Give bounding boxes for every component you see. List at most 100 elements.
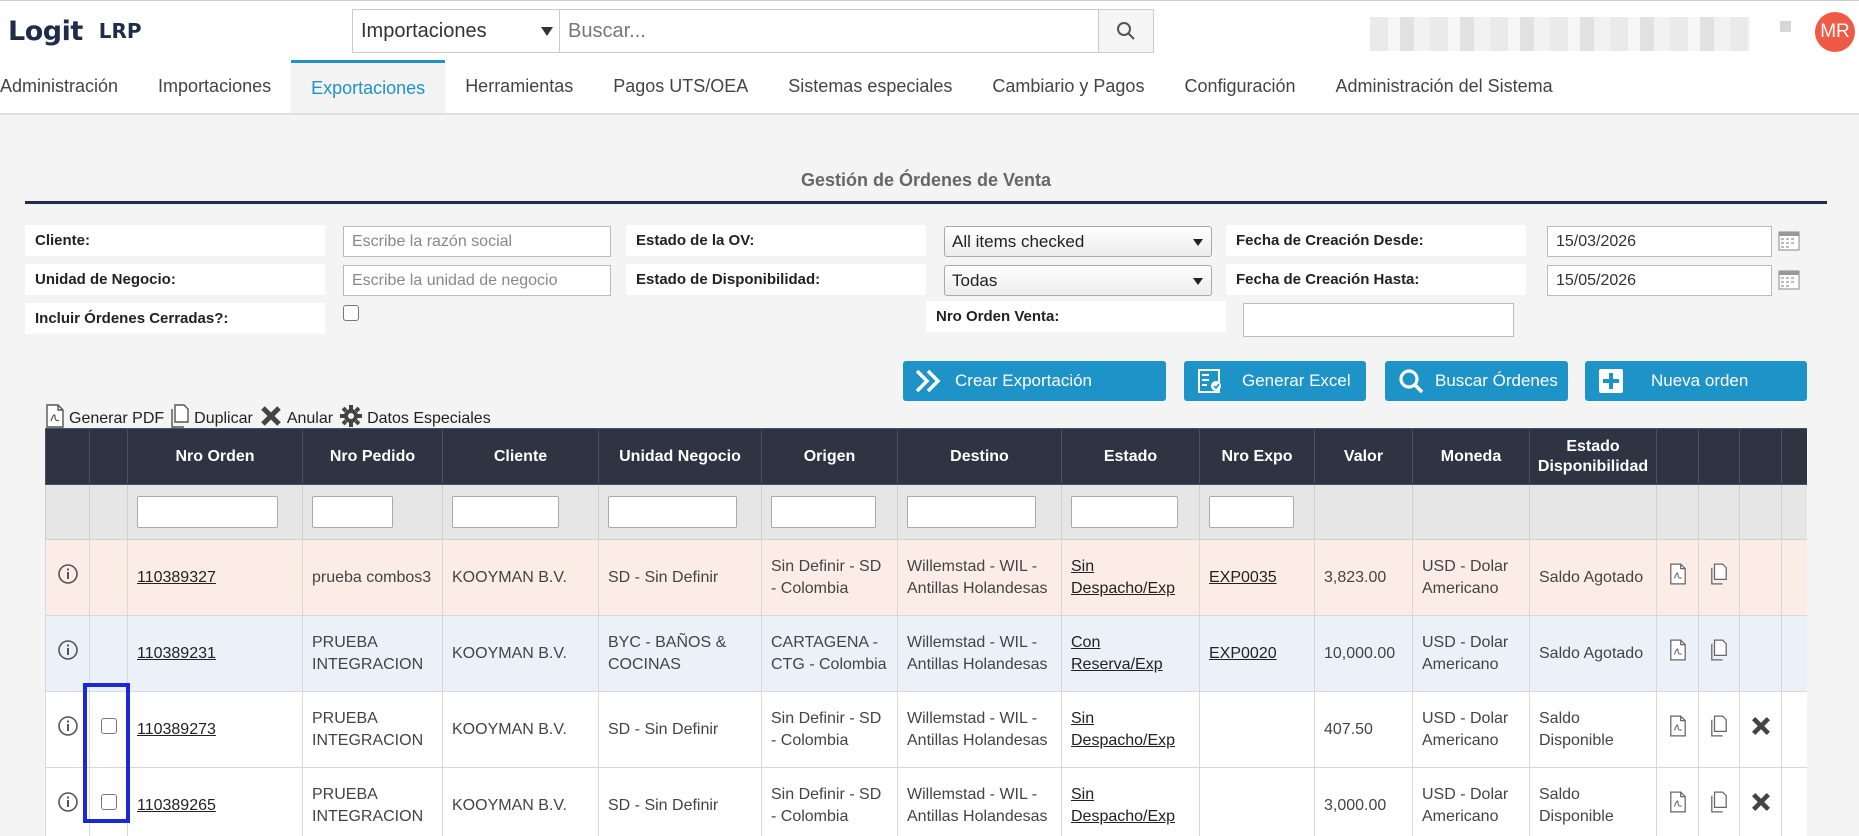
- pdf-icon[interactable]: [1669, 563, 1687, 585]
- nav-importaciones[interactable]: Importaciones: [138, 60, 291, 113]
- nro-orden-link[interactable]: 110389273: [137, 721, 216, 738]
- filter-destino-input[interactable]: [907, 496, 1036, 528]
- col-nro-pedido[interactable]: Nro Pedido: [302, 428, 443, 485]
- cliente-cell: KOOYMAN B.V.: [442, 691, 599, 768]
- filter-cell-empty: [1781, 484, 1807, 540]
- estado-link[interactable]: Sin Despacho/Exp: [1071, 710, 1175, 749]
- fecha-hasta-input[interactable]: 15/05/2026: [1547, 265, 1772, 296]
- search-input[interactable]: Buscar...: [560, 10, 1098, 52]
- info-icon[interactable]: [57, 563, 79, 585]
- duplicate-icon[interactable]: [1710, 715, 1728, 737]
- estado-disponibilidad-select[interactable]: Todas: [944, 265, 1212, 296]
- estado-ov-select[interactable]: All items checked: [944, 226, 1212, 257]
- generar-pdf-label: Generar PDF: [69, 410, 165, 427]
- fecha-desde-label: Fecha de Creación Desde:: [1226, 225, 1526, 256]
- unidad-cell: BYC - BAÑOS & COCINAS: [598, 615, 762, 692]
- nueva-orden-button[interactable]: Nueva orden: [1585, 361, 1807, 401]
- crear-exportacion-label: Crear Exportación: [955, 371, 1093, 390]
- info-icon[interactable]: [57, 715, 79, 737]
- cliente-input[interactable]: Escribe la razón social: [343, 226, 611, 257]
- disponibilidad-cell: Saldo Disponible: [1529, 691, 1657, 768]
- selection-highlight: [83, 683, 130, 823]
- col-destino[interactable]: Destino: [897, 428, 1062, 485]
- search-scope-select[interactable]: Importaciones: [353, 10, 560, 52]
- col-nro-expo[interactable]: Nro Expo: [1199, 428, 1315, 485]
- nro-orden-link[interactable]: 110389327: [137, 569, 216, 586]
- generar-excel-button[interactable]: Generar Excel: [1184, 361, 1366, 401]
- filter-origen-input[interactable]: [771, 496, 876, 528]
- fecha-desde-input[interactable]: 15/03/2026: [1547, 226, 1772, 257]
- estado-link[interactable]: Sin Despacho/Exp: [1071, 786, 1175, 825]
- logo-text: Logit: [8, 15, 83, 47]
- incluir-cerradas-checkbox[interactable]: [343, 305, 359, 321]
- nav-configuracion[interactable]: Configuración: [1164, 60, 1315, 113]
- pdf-icon[interactable]: [1669, 791, 1687, 813]
- datos-especiales-tool[interactable]: Datos Especiales: [339, 404, 491, 428]
- datos-especiales-label: Datos Especiales: [367, 410, 491, 427]
- generar-pdf-tool[interactable]: Generar PDF: [45, 404, 164, 428]
- avatar[interactable]: MR: [1815, 12, 1855, 52]
- moneda-cell: USD - Dolar Americano: [1412, 767, 1530, 836]
- duplicate-icon[interactable]: [1710, 563, 1728, 585]
- close-icon[interactable]: [1750, 791, 1772, 813]
- calendar-icon[interactable]: [1778, 269, 1800, 291]
- col-nro-orden[interactable]: Nro Orden: [127, 428, 303, 485]
- notification-indicator[interactable]: [1780, 21, 1791, 32]
- filter-unidad-input[interactable]: [608, 496, 737, 528]
- table-row[interactable]: 110389327 prueba combos3 KOOYMAN B.V. SD…: [45, 539, 1807, 616]
- crear-exportacion-button[interactable]: Crear Exportación: [903, 361, 1166, 401]
- calendar-icon[interactable]: [1778, 230, 1800, 252]
- estado-link[interactable]: Sin Despacho/Exp: [1071, 558, 1175, 597]
- nro-orden-venta-input[interactable]: [1243, 303, 1514, 337]
- col-origen[interactable]: Origen: [761, 428, 898, 485]
- table-row[interactable]: 110389273 PRUEBA INTEGRACION KOOYMAN B.V…: [45, 691, 1807, 768]
- col-moneda[interactable]: Moneda: [1412, 428, 1530, 485]
- search-button[interactable]: [1098, 10, 1153, 52]
- col-estado-disponibilidad[interactable]: Estado Disponibilidad: [1529, 428, 1657, 485]
- duplicate-icon[interactable]: [1710, 639, 1728, 661]
- pdf-icon[interactable]: [1669, 715, 1687, 737]
- nro-expo-link[interactable]: EXP0020: [1209, 645, 1277, 662]
- col-estado[interactable]: Estado: [1061, 428, 1200, 485]
- app-logo[interactable]: Logit LRP: [8, 13, 142, 49]
- gear-icon: [340, 405, 363, 427]
- nav-sistemas-especiales[interactable]: Sistemas especiales: [768, 60, 972, 113]
- cancel-cell: [1739, 691, 1782, 768]
- origen-cell: Sin Definir - SD - Colombia: [761, 767, 898, 836]
- filter-nro-orden-input[interactable]: [137, 496, 278, 528]
- info-icon[interactable]: [57, 791, 79, 813]
- nav-exportaciones[interactable]: Exportaciones: [291, 60, 446, 113]
- nav-herramientas[interactable]: Herramientas: [445, 60, 593, 113]
- chevron-down-icon: [541, 27, 553, 36]
- nro-expo-link[interactable]: EXP0035: [1209, 569, 1277, 586]
- filter-cell-empty: [1529, 484, 1657, 540]
- duplicar-tool[interactable]: Duplicar: [170, 404, 253, 428]
- col-unidad-negocio[interactable]: Unidad Negocio: [598, 428, 762, 485]
- col-cliente[interactable]: Cliente: [442, 428, 599, 485]
- filter-cell-cliente: [442, 484, 599, 540]
- nro-pedido-cell: PRUEBA INTEGRACION: [302, 691, 443, 768]
- filter-estado-input[interactable]: [1071, 496, 1178, 528]
- duplicate-icon[interactable]: [1710, 791, 1728, 813]
- pdf-cell: [1656, 767, 1699, 836]
- disponibilidad-cell: Saldo Agotado: [1529, 539, 1657, 616]
- close-icon[interactable]: [1750, 715, 1772, 737]
- col-valor[interactable]: Valor: [1314, 428, 1413, 485]
- unidad-negocio-input[interactable]: Escribe la unidad de negocio: [343, 265, 611, 296]
- nro-orden-link[interactable]: 110389231: [137, 645, 216, 662]
- filter-nro-pedido-input[interactable]: [312, 496, 393, 528]
- table-row[interactable]: 110389231 PRUEBA INTEGRACION KOOYMAN B.V…: [45, 615, 1807, 692]
- pdf-icon[interactable]: [1669, 639, 1687, 661]
- nav-administracion-sistema[interactable]: Administración del Sistema: [1316, 60, 1573, 113]
- anular-tool[interactable]: Anular: [259, 404, 333, 428]
- nro-orden-link[interactable]: 110389265: [137, 797, 216, 814]
- nav-pagos-uts-oea[interactable]: Pagos UTS/OEA: [593, 60, 768, 113]
- table-row[interactable]: 110389265 PRUEBA INTEGRACION KOOYMAN B.V…: [45, 767, 1807, 836]
- estado-link[interactable]: Con Reserva/Exp: [1071, 634, 1163, 673]
- info-icon[interactable]: [57, 639, 79, 661]
- buscar-ordenes-button[interactable]: Buscar Órdenes: [1385, 361, 1568, 401]
- nav-cambiario-pagos[interactable]: Cambiario y Pagos: [972, 60, 1164, 113]
- nav-administracion[interactable]: Administración: [0, 60, 138, 113]
- filter-cliente-input[interactable]: [452, 496, 559, 528]
- filter-nro-expo-input[interactable]: [1209, 496, 1294, 528]
